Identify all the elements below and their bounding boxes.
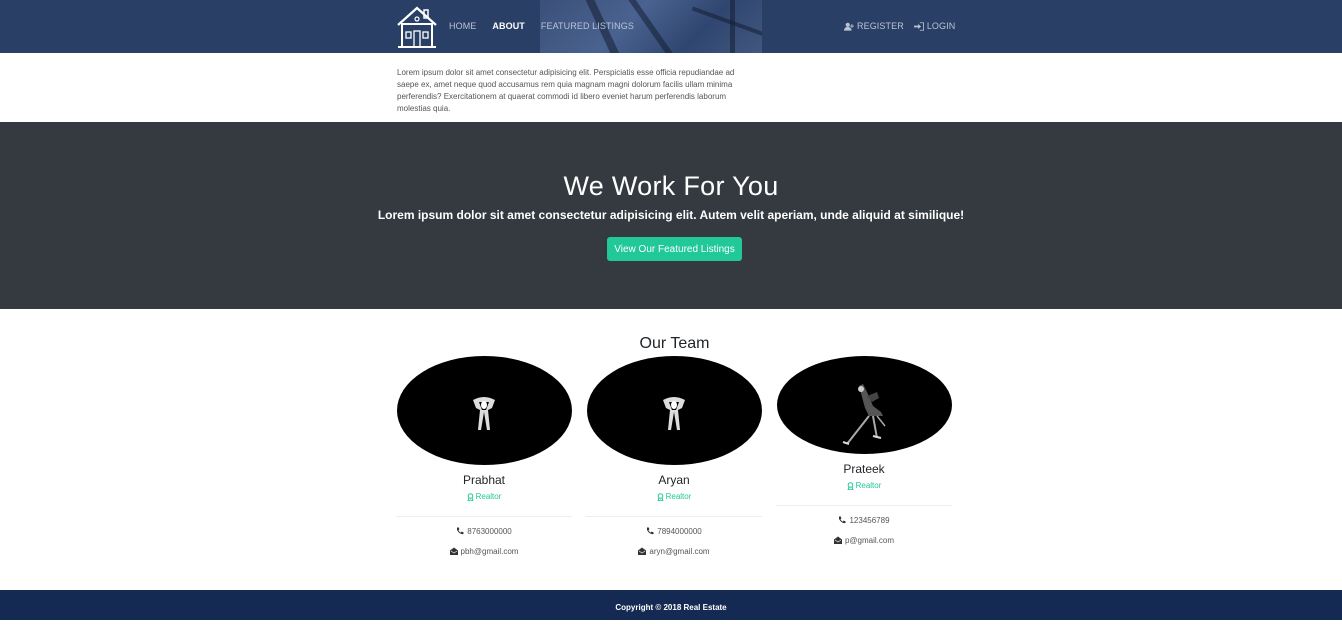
person-on-chair-image bbox=[842, 384, 886, 445]
member-phone-text: 123456789 bbox=[849, 515, 890, 525]
register-link[interactable]: REGISTER bbox=[844, 21, 904, 31]
login-label: LOGIN bbox=[926, 21, 956, 31]
team-card-prateek: Prateek Realtor 123456789 p@gmail.com bbox=[776, 356, 952, 554]
member-name: Prabhat bbox=[462, 473, 506, 487]
phone-icon bbox=[457, 527, 464, 535]
award-icon bbox=[467, 492, 474, 501]
work-for-you-section: We Work For You Lorem ipsum dolor sit am… bbox=[0, 122, 1342, 309]
envelope-open-icon bbox=[833, 536, 842, 544]
member-phone-text: 7894000000 bbox=[657, 526, 702, 536]
nav-featured-listings-link[interactable]: FEATURED LISTINGS bbox=[541, 21, 634, 31]
footer: Copyright © 2018 Real Estate bbox=[0, 590, 1342, 620]
navbar: HOME ABOUT FEATURED LISTINGS REGISTER LO… bbox=[0, 0, 1342, 53]
member-name: Aryan bbox=[658, 473, 690, 487]
member-email: p@gmail.com bbox=[776, 534, 952, 546]
copyright-text: Copyright © 2018 Real Estate bbox=[615, 603, 727, 612]
chair-image bbox=[662, 397, 685, 430]
view-featured-listings-button[interactable]: View Our Featured Listings bbox=[607, 237, 742, 261]
nav-about-link[interactable]: ABOUT bbox=[492, 21, 525, 31]
member-photo bbox=[396, 356, 572, 465]
member-role: Realtor bbox=[776, 481, 952, 490]
member-role: Realtor bbox=[396, 492, 572, 501]
member-role-label: Realtor bbox=[475, 492, 502, 501]
team-card-aryan: Aryan Realtor 7894000000 aryn@gmail.com bbox=[586, 356, 762, 565]
user-plus-icon bbox=[844, 22, 854, 31]
card-divider bbox=[586, 516, 762, 517]
member-phone: 123456789 bbox=[776, 514, 952, 526]
envelope-open-icon bbox=[638, 547, 647, 555]
member-phone: 7894000000 bbox=[586, 525, 762, 537]
login-link[interactable]: LOGIN bbox=[913, 21, 956, 31]
member-email: aryn@gmail.com bbox=[586, 545, 762, 557]
sign-in-icon bbox=[913, 21, 924, 31]
member-phone: 8763000000 bbox=[396, 525, 572, 537]
work-subtitle: Lorem ipsum dolor sit amet consectetur a… bbox=[377, 208, 965, 222]
team-title: Our Team bbox=[639, 335, 710, 352]
member-phone-text: 8763000000 bbox=[467, 526, 512, 536]
member-email-text: p@gmail.com bbox=[844, 535, 895, 545]
auth-nav: REGISTER LOGIN bbox=[844, 21, 955, 31]
award-icon bbox=[657, 492, 664, 501]
member-role-label: Realtor bbox=[855, 481, 882, 490]
work-title: We Work For You bbox=[563, 171, 779, 201]
phone-icon bbox=[647, 527, 654, 535]
member-email: pbh@gmail.com bbox=[396, 545, 572, 557]
about-paragraph: Lorem ipsum dolor sit amet consectetur a… bbox=[397, 68, 735, 113]
chair-image bbox=[472, 397, 495, 430]
member-photo bbox=[776, 356, 952, 454]
envelope-open-icon bbox=[449, 547, 458, 555]
team-card-prabhat: Prabhat Realtor 8763000000 pbh@gmail.com bbox=[396, 356, 572, 565]
card-divider bbox=[776, 505, 952, 506]
card-divider bbox=[396, 516, 572, 517]
member-photo bbox=[586, 356, 762, 465]
member-name: Prateek bbox=[843, 462, 885, 476]
phone-icon bbox=[839, 516, 846, 524]
house-logo-icon[interactable] bbox=[396, 5, 438, 49]
register-label: REGISTER bbox=[857, 21, 904, 31]
member-role: Realtor bbox=[586, 492, 762, 501]
member-email-text: pbh@gmail.com bbox=[460, 546, 519, 556]
nav-home-link[interactable]: HOME bbox=[449, 21, 476, 31]
member-email-text: aryn@gmail.com bbox=[649, 546, 710, 556]
award-icon bbox=[847, 481, 854, 490]
member-role-label: Realtor bbox=[665, 492, 692, 501]
main-nav: HOME ABOUT FEATURED LISTINGS bbox=[449, 21, 634, 31]
